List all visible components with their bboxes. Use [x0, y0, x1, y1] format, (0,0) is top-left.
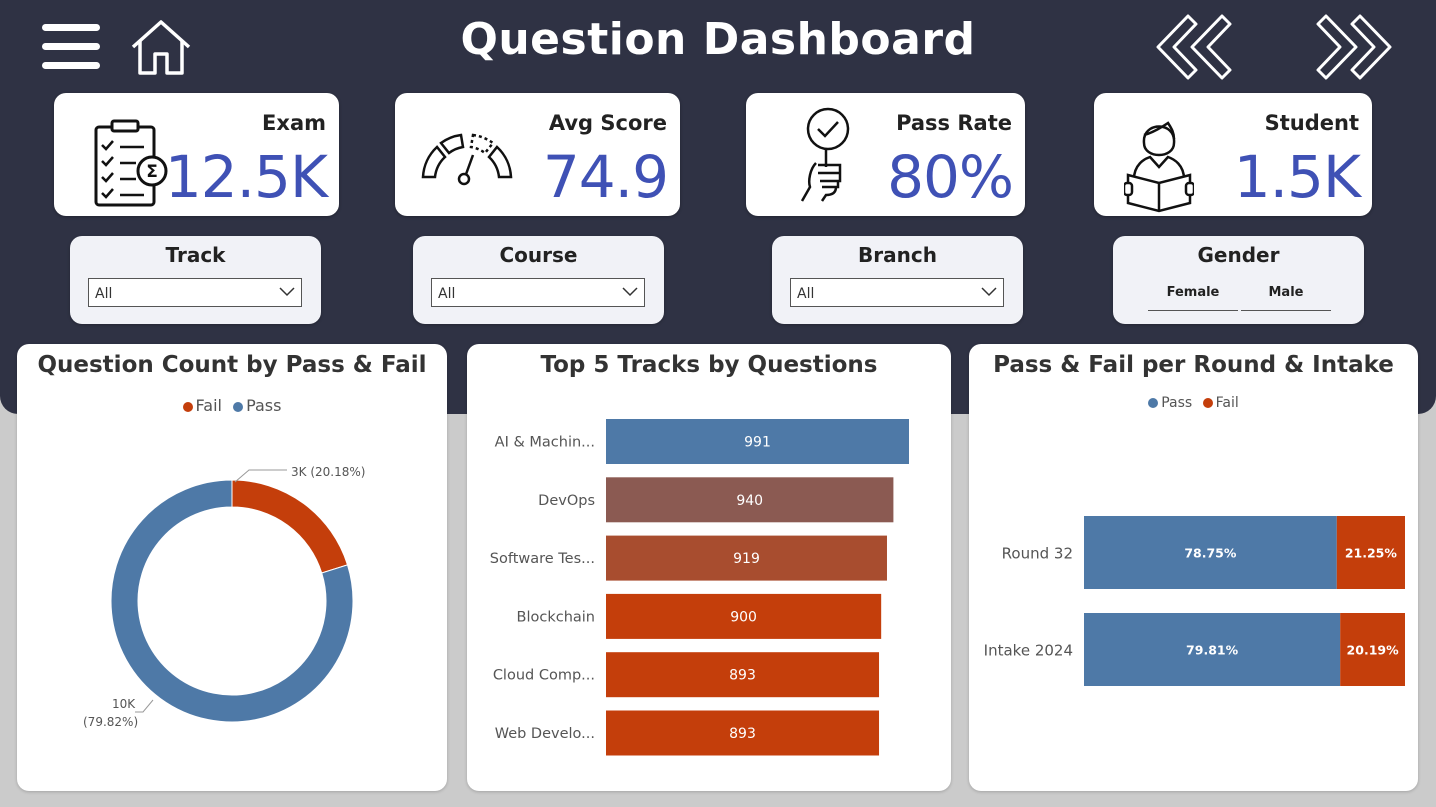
kpi-value: 12.5K [164, 143, 328, 211]
slicer-title: Track [165, 243, 226, 267]
gauge-icon [421, 133, 513, 186]
bar-value-label: 919 [733, 551, 760, 567]
gender-slicer: Gender Female Male [1113, 236, 1364, 324]
kpi-label: Student [1264, 111, 1359, 135]
course-dropdown[interactable]: All [431, 278, 645, 307]
dropdown-value: All [797, 286, 815, 302]
track-slicer: Track All [70, 236, 321, 324]
stack-value-label: 20.19% [1347, 643, 1400, 658]
kpi-label: Pass Rate [896, 111, 1012, 135]
kpi-value: 1.5K [1233, 143, 1361, 211]
bar-value-label: 900 [730, 609, 757, 625]
fail-data-label: 3K (20.18%) [291, 465, 365, 479]
bar-category-label: Software Tes... [490, 551, 595, 567]
svg-text:Σ: Σ [146, 162, 158, 182]
stack-value-label: 79.81% [1186, 643, 1239, 658]
kpi-card-avg-score: Avg Score 74.9 [395, 93, 680, 216]
stack-category-label: Intake 2024 [984, 642, 1073, 660]
course-slicer: Course All [413, 236, 664, 324]
slicer-title: Gender [1197, 243, 1280, 267]
track-dropdown[interactable]: All [88, 278, 302, 307]
top-tracks-bar-card: Top 5 Tracks by Questions AI & Machin...… [467, 344, 951, 791]
dropdown-value: All [438, 286, 456, 302]
stack-category-label: Round 32 [1002, 545, 1073, 563]
kpi-value: 80% [887, 143, 1014, 211]
kpi-card-exam: Σ Exam 12.5K [54, 93, 339, 216]
round-intake-card: Pass & Fail per Round & Intake Pass Fail… [969, 344, 1418, 791]
donut-slice-fail[interactable] [231, 479, 349, 574]
dropdown-value: All [95, 286, 113, 302]
exam-clipboard-icon: Σ [94, 119, 168, 207]
gender-option-female[interactable]: Female [1148, 284, 1238, 311]
pass-data-label: 10K [112, 697, 136, 711]
forward-chevrons-icon[interactable] [1314, 12, 1396, 82]
kpi-label: Avg Score [548, 111, 667, 135]
bar-value-label: 893 [729, 668, 756, 684]
bar-category-label: DevOps [538, 493, 595, 509]
slicer-title: Branch [858, 243, 937, 267]
bar-value-label: 991 [744, 435, 771, 451]
chevron-down-icon [981, 287, 997, 297]
bar-value-label: 940 [736, 493, 763, 509]
chevron-down-icon [622, 287, 638, 297]
bar-category-label: Cloud Comp... [493, 668, 595, 684]
branch-slicer: Branch All [772, 236, 1023, 324]
approval-hand-icon [800, 107, 850, 202]
gender-option-male[interactable]: Male [1241, 284, 1331, 311]
kpi-card-pass-rate: Pass Rate 80% [746, 93, 1025, 216]
kpi-card-student: Student 1.5K [1094, 93, 1372, 216]
pass-fail-donut-card: Question Count by Pass & Fail Fail Pass … [17, 344, 447, 791]
stack-value-label: 78.75% [1184, 546, 1237, 561]
donut-chart: 3K (20.18%) 10K (79.82%) [83, 465, 365, 729]
stack-value-label: 21.25% [1345, 546, 1398, 561]
student-reading-icon [1124, 121, 1194, 213]
stacked-bar-chart: Round 32 78.75% 21.25% Intake 2024 79.81% 20.… [984, 516, 1405, 686]
slicer-title: Course [499, 243, 578, 267]
bar-category-label: AI & Machin... [495, 435, 595, 451]
bar-category-label: Blockchain [517, 609, 595, 625]
pass-data-label-pct: (79.82%) [83, 715, 138, 729]
bar-category-label: Web Develo... [495, 726, 595, 742]
branch-dropdown[interactable]: All [790, 278, 1004, 307]
chevron-down-icon [279, 287, 295, 297]
kpi-label: Exam [262, 111, 326, 135]
kpi-value: 74.9 [542, 143, 669, 211]
bar-value-label: 893 [729, 726, 756, 742]
bar-chart: AI & Machin... 991 DevOps 940 Software Tes..… [490, 419, 909, 756]
back-chevrons-icon[interactable] [1152, 12, 1234, 82]
